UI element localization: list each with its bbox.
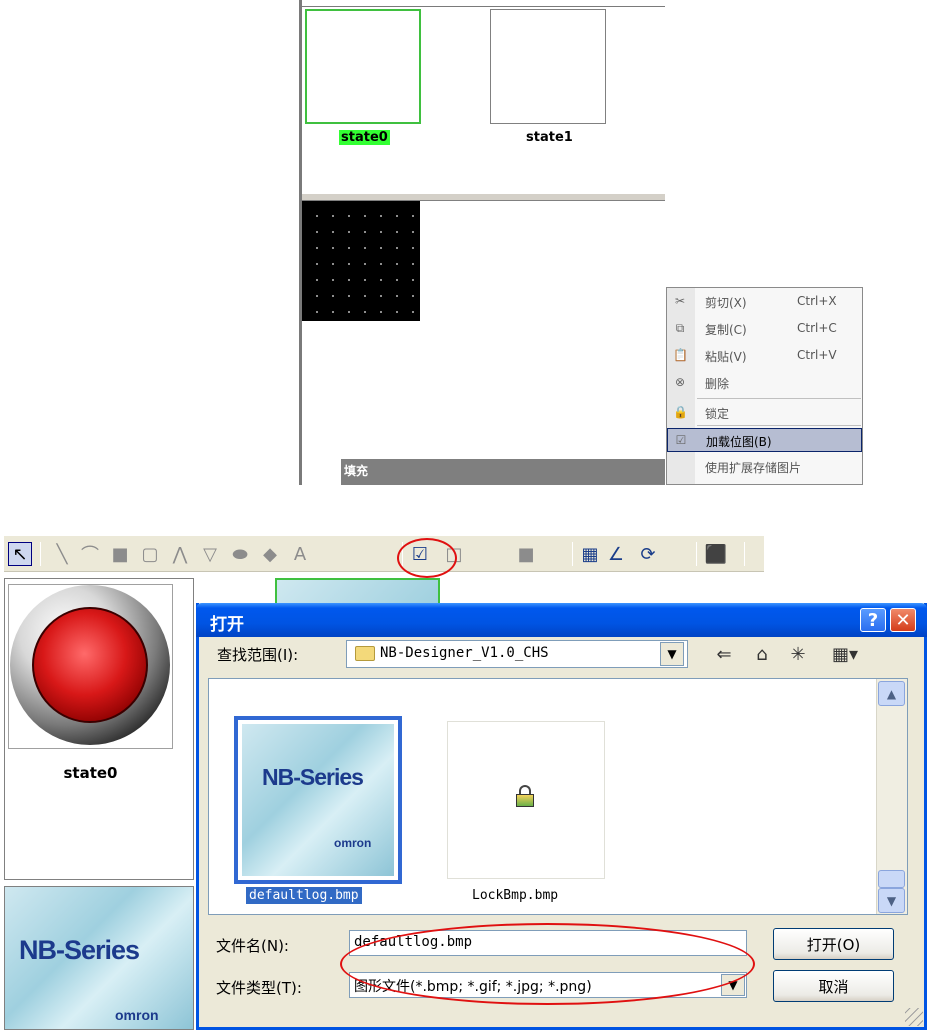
- context-menu: ✂ 剪切(X) Ctrl+X ⧉ 复制(C) Ctrl+C 📋 粘贴(V) Ctrl+V ⊗ 删除 🔒…: [666, 287, 863, 485]
- resize-grip-icon[interactable]: [905, 1008, 923, 1026]
- menu-item-label: 锁定: [705, 407, 730, 421]
- omron-logo-text: omron: [334, 836, 372, 850]
- folder-icon: [355, 646, 375, 661]
- toolbar-separator: [40, 542, 41, 566]
- view-menu-icon[interactable]: ▦▾: [822, 642, 868, 666]
- menu-separator: [697, 425, 861, 426]
- nb-series-title: NB-Series: [262, 764, 364, 790]
- angle-icon[interactable]: ∠: [604, 542, 628, 566]
- menu-item-scissors[interactable]: ✂ 剪切(X) Ctrl+X: [667, 290, 862, 314]
- scroll-up-icon[interactable]: ▲: [878, 681, 905, 706]
- polygon-icon[interactable]: ▽: [198, 542, 222, 566]
- menu-item-shortcut: Ctrl+C: [797, 321, 837, 335]
- load-bitmap-icon: ☑: [675, 433, 687, 447]
- menu-item-label: 加载位图(B): [706, 435, 772, 449]
- red-button-face: [32, 607, 148, 723]
- panel-top-border: [302, 6, 665, 7]
- new-folder-icon[interactable]: ✳: [786, 642, 810, 666]
- cancel-button[interactable]: 取消: [773, 970, 894, 1002]
- menu-item-load-bitmap[interactable]: ☑ 加载位图(B): [667, 428, 862, 452]
- omron-logo-text: omron: [115, 1007, 159, 1023]
- delete-icon: ⊗: [674, 375, 686, 389]
- scrollbar-thumb[interactable]: [878, 870, 905, 888]
- dialog-titlebar[interactable]: [196, 603, 927, 637]
- diamond-icon[interactable]: ◆: [258, 542, 282, 566]
- file-name-lockbmp[interactable]: LockBmp.bmp: [472, 888, 558, 903]
- menu-item-label: 粘贴(V): [705, 350, 747, 364]
- fill-color-icon[interactable]: ■: [514, 542, 538, 566]
- close-button[interactable]: ✕: [890, 608, 916, 632]
- fit-screen-icon[interactable]: ⬛: [704, 542, 728, 566]
- menu-item-paste[interactable]: 📋 粘贴(V) Ctrl+V: [667, 344, 862, 368]
- property-strip: [341, 459, 665, 485]
- property-strip-label: 填充: [344, 464, 369, 478]
- open-button[interactable]: 打开(O): [773, 928, 894, 960]
- scissors-icon: ✂: [674, 294, 686, 308]
- grid-icon[interactable]: ▦: [578, 542, 602, 566]
- arc-icon[interactable]: ⌒: [78, 542, 102, 566]
- highlight-circle-file-fields: [340, 923, 755, 1005]
- filetype-label: 文件类型(T):: [216, 979, 302, 997]
- lookin-value: NB-Designer_V1.0_CHS: [380, 645, 549, 661]
- menu-separator: [697, 398, 861, 399]
- back-arrow-icon[interactable]: ⇐: [712, 642, 736, 666]
- menu-item-label: 复制(C): [705, 323, 747, 337]
- lock-body: [516, 794, 534, 807]
- drawing-toolbar: ↖ ╲ ⌒ ■ ▢ ⋀ ▽ ⬬ ◆ A ☑ □ ■ ▦ ∠ ⟳ ⬛: [4, 536, 764, 572]
- panel-splitter[interactable]: [302, 193, 665, 201]
- menu-item-label: 使用扩展存储图片: [705, 461, 802, 475]
- toolbar-separator: [744, 542, 745, 566]
- file-thumbnail-defaultlog[interactable]: NB-Series omron: [242, 724, 394, 876]
- nb-series-title: NB-Series: [19, 935, 140, 965]
- state0-caption: state0: [63, 764, 118, 782]
- state1-preview[interactable]: [490, 9, 606, 124]
- ellipse-icon[interactable]: ⬬: [228, 542, 252, 566]
- copy-icon: ⧉: [675, 321, 685, 335]
- canvas-area[interactable]: [302, 201, 420, 321]
- state1-label[interactable]: state1: [526, 130, 573, 145]
- text-icon[interactable]: A: [288, 542, 312, 566]
- nb-series-preview[interactable]: NB-Series omron: [4, 886, 194, 1030]
- scroll-down-icon[interactable]: ▼: [878, 888, 905, 913]
- menu-item-extended-storage[interactable]: 使用扩展存储图片: [667, 455, 862, 479]
- lock-icon: 🔒: [673, 405, 688, 419]
- lookin-label: 查找范围(I):: [217, 646, 299, 664]
- dialog-title: 打开: [210, 615, 244, 635]
- rectangle-icon[interactable]: ■: [108, 542, 132, 566]
- line-icon[interactable]: ╲: [50, 542, 74, 566]
- rounded-rect-icon[interactable]: ▢: [138, 542, 162, 566]
- select-arrow-icon[interactable]: ↖: [8, 542, 32, 566]
- state0-label[interactable]: state0: [339, 130, 390, 145]
- polyline-icon[interactable]: ⋀: [168, 542, 192, 566]
- menu-item-lock[interactable]: 🔒 锁定: [667, 401, 862, 425]
- help-button[interactable]: ?: [860, 608, 886, 632]
- menu-item-shortcut: Ctrl+X: [797, 294, 837, 308]
- filename-label: 文件名(N):: [216, 937, 289, 955]
- lock-icon: [516, 785, 534, 807]
- menu-item-delete[interactable]: ⊗ 删除: [667, 371, 862, 395]
- toolbar-separator: [572, 542, 573, 566]
- refresh-icon[interactable]: ⟳: [636, 542, 660, 566]
- chevron-down-icon[interactable]: ▼: [660, 642, 684, 666]
- paste-icon: 📋: [673, 348, 688, 362]
- menu-item-shortcut: Ctrl+V: [797, 348, 837, 362]
- top-editor-panel: state0 state1 填充 ✂ 剪切(X) Ctrl+X ⧉ 复制(C) Ctrl+…: [299, 0, 863, 485]
- selected-object-top: [275, 578, 440, 606]
- highlight-circle-bitmap-tool: [397, 538, 457, 578]
- menu-item-label: 删除: [705, 377, 730, 391]
- menu-item-copy[interactable]: ⧉ 复制(C) Ctrl+C: [667, 317, 862, 341]
- file-name-defaultlog[interactable]: defaultlog.bmp: [246, 887, 362, 904]
- state0-preview[interactable]: [305, 9, 421, 124]
- toolbar-separator: [696, 542, 697, 566]
- menu-item-label: 剪切(X): [705, 296, 747, 310]
- up-folder-icon[interactable]: ⌂: [750, 642, 774, 666]
